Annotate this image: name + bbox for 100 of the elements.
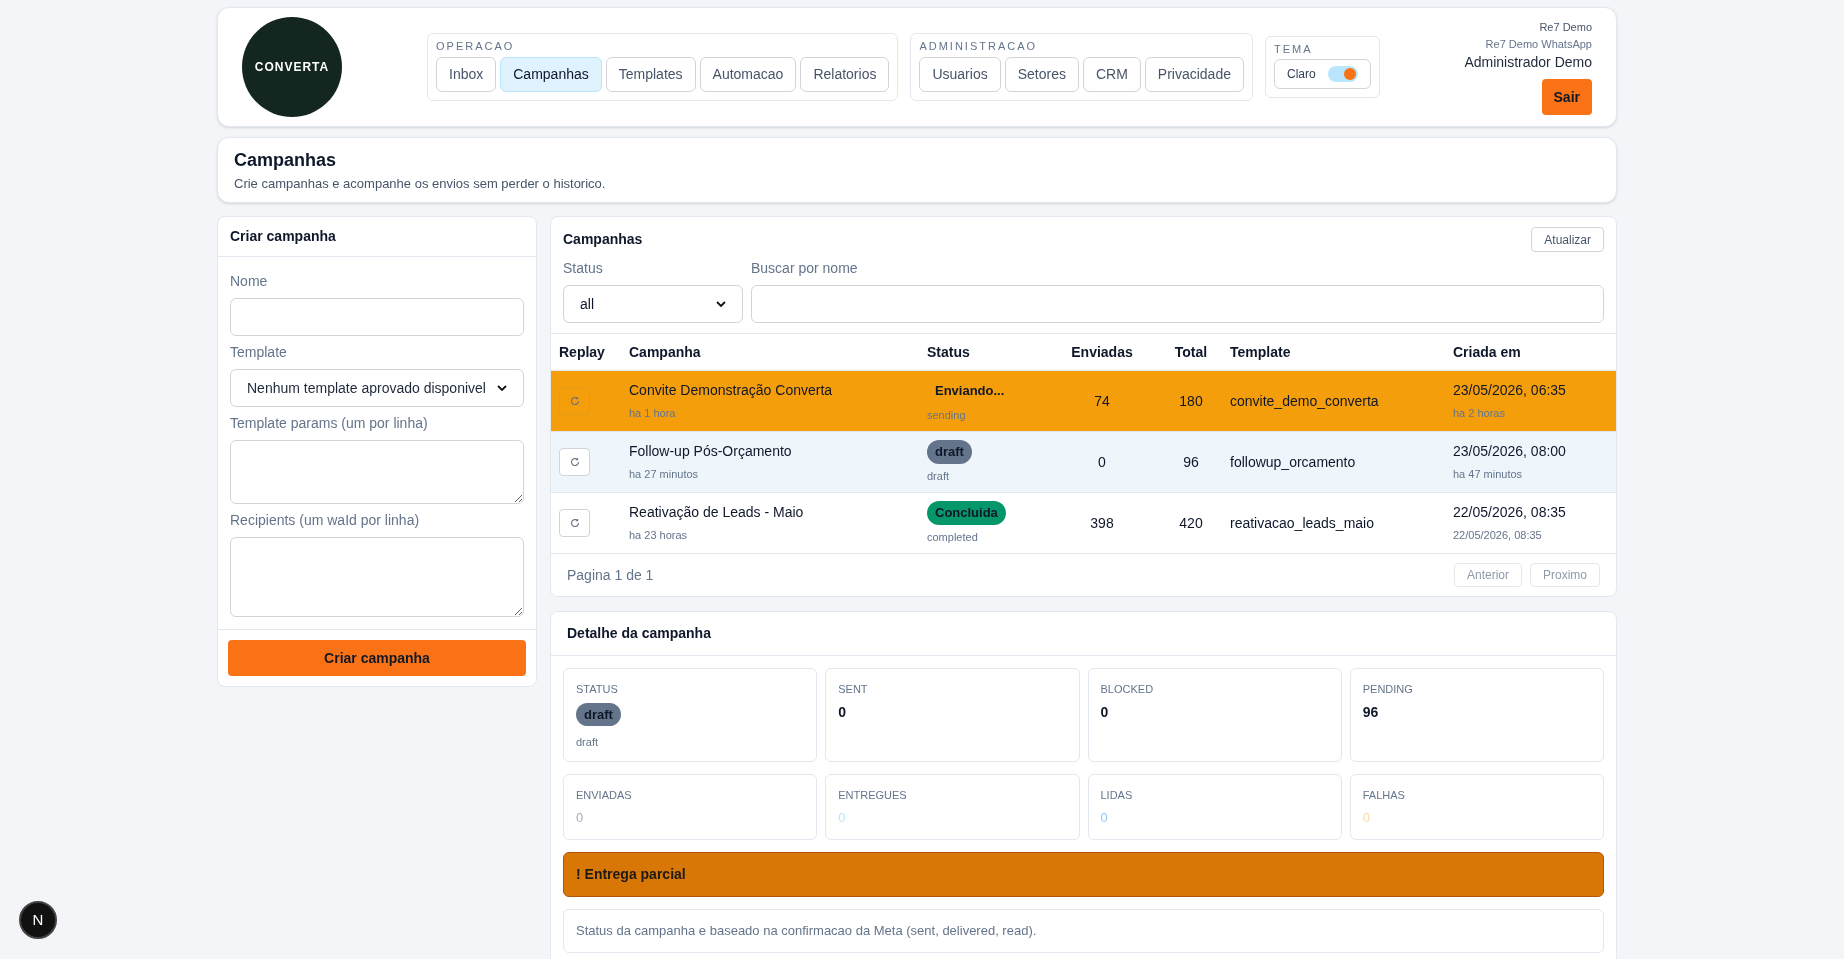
metric-value: 0: [838, 808, 846, 827]
channel-name: Re7 Demo WhatsApp: [1485, 36, 1592, 52]
stat-label: PENDING: [1362, 682, 1413, 697]
table-cell: 398: [1052, 492, 1152, 554]
info-note: Status da campanha e baseado na confirmacao da Meta (sent, delivered, read).: [563, 909, 1604, 953]
table-row[interactable]: Reativação de Leads - Maio ha 23 horas Concluida completed 398 420 reativacao_leads_maio 22/05/2026, 08:35 22/05/2026, 08:35: [551, 492, 1616, 554]
table-cell: 180: [1152, 370, 1230, 432]
stat-value: 0: [838, 702, 847, 722]
refresh-icon: [569, 518, 580, 528]
column-header: Campanha: [629, 333, 927, 371]
page-subtitle: Crie campanhas e acompanhe os envios sem perder o historico.: [234, 174, 607, 193]
created-date: 23/05/2026, 06:35: [1453, 381, 1567, 401]
table-cell: 0: [1052, 431, 1152, 493]
stat-label: BLOCKED: [1100, 682, 1154, 697]
template-select[interactable]: Nenhum template aprovado disponivel: [230, 369, 524, 407]
nav-tab[interactable]: Relatorios: [800, 56, 890, 92]
table-row[interactable]: Follow-up Pós-Orçamento ha 27 minutos draft draft 0 96 followup_orcamento 23/05/2026, 08:00 ha 47 minutos: [551, 431, 1616, 493]
column-header: Replay: [551, 333, 629, 371]
theme-switch[interactable]: [1327, 66, 1358, 83]
metric-label: FALHAS: [1362, 788, 1405, 803]
nav-tab[interactable]: CRM: [1082, 56, 1141, 92]
status-raw: sending: [927, 407, 966, 423]
metric-value: 0: [576, 808, 584, 827]
stat-label: SENT: [838, 682, 868, 697]
dev-badge[interactable]: N: [19, 901, 57, 939]
refresh-button[interactable]: Atualizar: [1531, 227, 1604, 252]
created-note: ha 47 minutos: [1453, 467, 1524, 483]
org-name: Re7 Demo: [1539, 20, 1592, 35]
replay-button[interactable]: [559, 509, 590, 537]
alert-banner: ! Entrega parcial: [563, 852, 1604, 897]
table-cell: followup_orcamento: [1230, 431, 1453, 493]
nav-tab[interactable]: Campanhas: [500, 56, 602, 92]
nav-tab[interactable]: Usuarios: [919, 56, 1001, 92]
panel-title: Campanhas: [563, 230, 643, 249]
nav-tab[interactable]: Automacao: [699, 56, 797, 92]
status-badge: draft: [927, 440, 972, 464]
field-label: Nome: [230, 272, 269, 291]
create-button[interactable]: Criar campanha: [228, 640, 526, 676]
filter-label: Status: [563, 259, 604, 278]
nav-tab[interactable]: Inbox: [436, 56, 497, 92]
campaign-age: ha 1 hora: [629, 406, 677, 422]
nav-group-label: ADMINISTRACAO: [919, 39, 1039, 55]
table-row[interactable]: Convite Demonstração Converta ha 1 hora Enviando... sending 74 180 convite_demo_converta 23/05/2026, 06:35 ha 2 horas: [551, 370, 1616, 432]
replay-button[interactable]: [559, 387, 590, 415]
created-date: 23/05/2026, 08:00: [1453, 442, 1567, 462]
column-header: Template: [1230, 333, 1453, 371]
create-title: Criar campanha: [218, 217, 536, 257]
table-cell: convite_demo_converta: [1230, 370, 1453, 432]
search-field[interactable]: [751, 285, 1604, 323]
stat-value: 96: [1362, 702, 1379, 722]
campaign-age: ha 23 horas: [629, 528, 689, 544]
nav-tab[interactable]: Templates: [605, 56, 696, 92]
filter-label: Buscar por nome: [751, 259, 859, 278]
nav-tab[interactable]: Setores: [1004, 56, 1079, 92]
table-cell: 420: [1152, 492, 1230, 554]
user-name: Administrador Demo: [1464, 53, 1592, 72]
created-date: 22/05/2026, 08:35: [1453, 503, 1567, 523]
campaign-name: Convite Demonstração Converta: [629, 381, 834, 401]
nav-tab[interactable]: Privacidade: [1144, 56, 1244, 92]
column-header: Enviadas: [1052, 333, 1152, 371]
stat-label: STATUS: [576, 682, 618, 697]
status-badge: draft: [576, 702, 621, 726]
replay-button[interactable]: [559, 448, 590, 476]
theme-label: TEMA: [1273, 41, 1314, 57]
table-cell: 96: [1152, 431, 1230, 493]
metric-value: 0: [1362, 808, 1370, 827]
name-field[interactable]: [230, 298, 524, 336]
created-note: 22/05/2026, 08:35: [1453, 528, 1543, 544]
column-header: Criada em: [1453, 333, 1616, 371]
created-note: ha 2 horas: [1453, 406, 1506, 422]
logo-text: CONVERTA: [254, 59, 330, 76]
pagination-text: Pagina 1 de 1: [567, 565, 654, 585]
text-area[interactable]: [230, 537, 524, 617]
page-title: Campanhas: [234, 148, 338, 172]
logout-button[interactable]: Sair: [1541, 79, 1592, 115]
field-label: Template params (um por linha): [230, 414, 429, 433]
refresh-icon: [569, 457, 580, 467]
chevron-down-icon: [716, 301, 726, 307]
table-cell: reativacao_leads_maio: [1230, 492, 1453, 554]
status-raw: completed: [927, 529, 978, 545]
column-header: Total: [1152, 333, 1230, 371]
text-area[interactable]: [230, 440, 524, 504]
detail-title: Detalhe da campanha: [551, 612, 1616, 656]
refresh-icon: [569, 396, 580, 406]
campaign-age: ha 27 minutos: [629, 467, 700, 483]
table-cell: 74: [1052, 370, 1152, 432]
campaign-name: Follow-up Pós-Orçamento: [629, 442, 793, 462]
field-label: Recipients (um waId por linha): [230, 511, 421, 530]
campaign-name: Reativação de Leads - Maio: [629, 503, 805, 523]
field-label: Template: [230, 343, 288, 362]
status-raw: draft: [927, 468, 949, 484]
nav-group-label: OPERACAO: [436, 39, 516, 55]
metric-label: ENTREGUES: [838, 788, 907, 803]
metric-value: 0: [1100, 808, 1108, 827]
chevron-down-icon: [497, 385, 507, 391]
theme-option: Claro: [1286, 65, 1316, 84]
status-select[interactable]: all: [563, 285, 743, 323]
status-badge: Concluida: [927, 501, 1006, 525]
metric-label: ENVIADAS: [576, 788, 632, 803]
metric-label: LIDAS: [1100, 788, 1133, 803]
